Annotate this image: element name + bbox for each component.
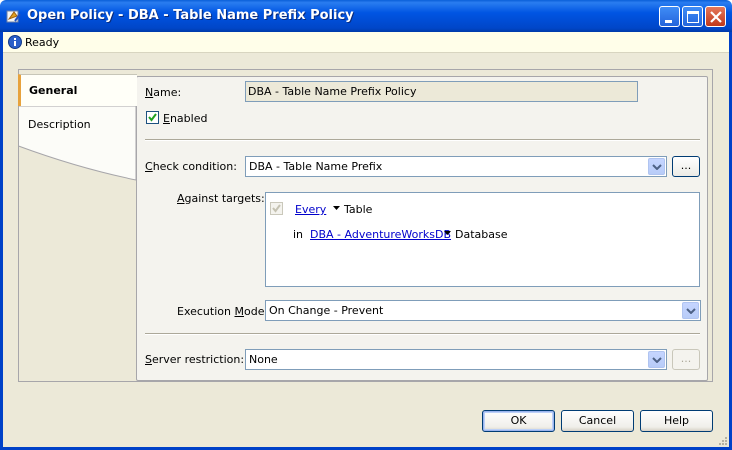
- target-database-type: Database: [455, 228, 508, 241]
- policy-icon: [6, 10, 21, 23]
- chevron-down-icon[interactable]: [682, 302, 699, 319]
- name-field[interactable]: DBA - Table Name Prefix Policy: [245, 81, 638, 102]
- maximize-button[interactable]: [682, 6, 703, 27]
- targets-checkbox: [270, 202, 283, 215]
- target-table-type: Table: [344, 203, 373, 216]
- check-condition-label: Check condition:: [145, 160, 237, 173]
- target-every-link[interactable]: Every: [295, 203, 326, 216]
- execution-mode-label: Execution Mode:: [177, 305, 269, 318]
- target-database-link[interactable]: DBA - AdventureWorksDB: [310, 228, 451, 241]
- server-restriction-dropdown[interactable]: None: [245, 349, 667, 370]
- minimize-icon: [665, 20, 672, 23]
- name-value: DBA - Table Name Prefix Policy: [248, 85, 417, 98]
- close-icon: [710, 11, 722, 23]
- window-title: Open Policy - DBA - Table Name Prefix Po…: [27, 8, 354, 23]
- enabled-checkbox[interactable]: [146, 111, 159, 124]
- status-bar: Ready: [3, 32, 729, 53]
- execution-mode-dropdown[interactable]: On Change - Prevent: [265, 300, 701, 321]
- resize-grip-icon[interactable]: [717, 435, 727, 445]
- ok-button[interactable]: OK: [482, 410, 555, 432]
- status-text: Ready: [25, 36, 60, 49]
- minimize-button[interactable]: [659, 6, 680, 27]
- tab-general-label: General: [29, 84, 78, 97]
- dropdown-arrow-icon[interactable]: [444, 231, 451, 235]
- chevron-down-icon[interactable]: [648, 351, 665, 368]
- cancel-button[interactable]: Cancel: [561, 410, 634, 432]
- checkmark-icon: [272, 204, 281, 213]
- enabled-label: Enabled: [163, 112, 208, 125]
- separator: [145, 139, 700, 141]
- separator: [145, 333, 700, 335]
- server-restriction-browse-button: ...: [672, 349, 700, 370]
- check-condition-dropdown[interactable]: DBA - Table Name Prefix: [245, 156, 667, 177]
- title-bar[interactable]: Open Policy - DBA - Table Name Prefix Po…: [0, 0, 732, 32]
- chevron-down-icon[interactable]: [648, 158, 665, 175]
- tab-description[interactable]: Description: [28, 118, 91, 131]
- maximize-icon: [687, 11, 699, 23]
- dropdown-arrow-icon[interactable]: [333, 206, 340, 210]
- tab-general[interactable]: General: [18, 74, 137, 106]
- against-targets-label: Against targets:: [177, 192, 265, 205]
- tab-description-label: Description: [28, 118, 91, 131]
- server-restriction-value: None: [249, 353, 278, 366]
- check-condition-browse-button[interactable]: ...: [672, 156, 700, 177]
- name-label: Name:: [145, 86, 182, 99]
- checkmark-icon: [148, 113, 157, 122]
- check-condition-value: DBA - Table Name Prefix: [249, 160, 383, 173]
- close-button[interactable]: [705, 6, 726, 27]
- execution-mode-value: On Change - Prevent: [269, 304, 384, 317]
- help-button[interactable]: Help: [640, 410, 713, 432]
- server-restriction-label: Server restriction:: [145, 353, 245, 366]
- info-icon: [8, 35, 22, 49]
- target-in-label: in: [293, 228, 304, 241]
